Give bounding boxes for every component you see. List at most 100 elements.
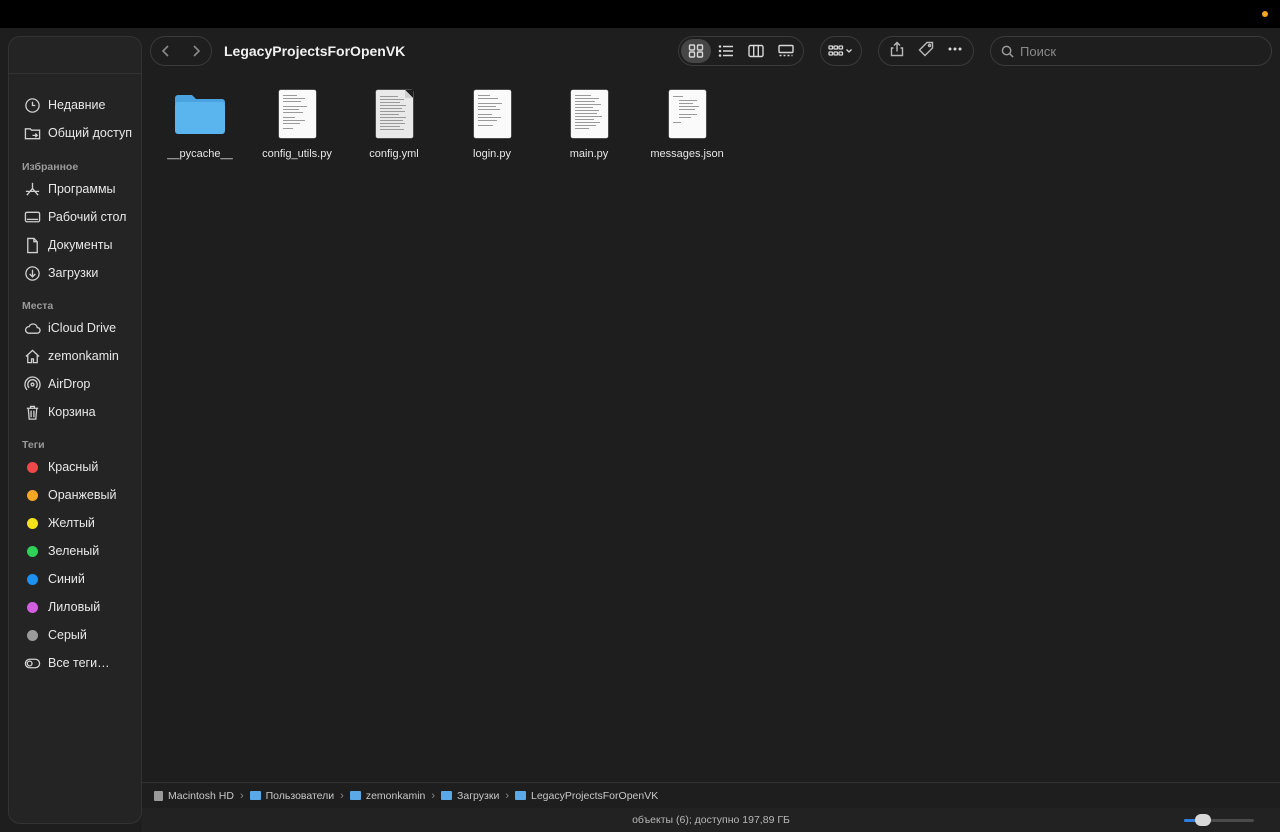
path-segment[interactable]: LegacyProjectsForOpenVK (514, 790, 658, 802)
sidebar-item-label: Серый (48, 628, 87, 642)
applications-icon (23, 180, 41, 198)
path-segment-label: Macintosh HD (168, 789, 234, 802)
share-button[interactable] (889, 41, 905, 62)
forward-button[interactable] (181, 36, 211, 66)
sidebar: Недавние Общий доступ Избранное Программ… (8, 36, 142, 824)
sidebar-item-downloads[interactable]: Загрузки (9, 260, 141, 286)
file-item[interactable]: __pycache__ (152, 88, 248, 168)
tag-button[interactable] (918, 41, 934, 62)
file-name: __pycache__ (167, 148, 233, 160)
file-item[interactable]: config_utils.py (249, 88, 345, 168)
path-segment[interactable]: Пользователи (249, 789, 335, 802)
search-field[interactable] (990, 36, 1272, 66)
sidebar-item-label: Документы (48, 238, 113, 252)
sidebar-item-all-tags[interactable]: Все теги… (9, 650, 141, 676)
folder-icon (249, 791, 261, 800)
sidebar-item-airdrop[interactable]: AirDrop (9, 371, 141, 397)
folder-icon (514, 791, 526, 800)
folder-icon (349, 791, 361, 800)
section-header-tags: Теги (22, 439, 45, 451)
sidebar-item-home[interactable]: zemonkamin (9, 343, 141, 369)
file-name: main.py (569, 148, 609, 160)
airdrop-icon (23, 375, 41, 393)
section-header-locations: Места (22, 300, 54, 312)
view-gallery-button[interactable] (771, 39, 801, 63)
sidebar-item-shared[interactable]: Общий доступ (9, 120, 141, 146)
back-button[interactable] (151, 36, 181, 66)
all-tags-icon (23, 654, 41, 672)
file-name: config_utils.py (262, 148, 332, 160)
file-item[interactable]: main.py (541, 88, 637, 168)
tag-color-dot (27, 601, 38, 613)
sidebar-item-desktop[interactable]: Рабочий стол (9, 204, 141, 230)
home-icon (23, 347, 41, 365)
columns-icon (748, 44, 764, 58)
sidebar-tag-blue[interactable]: Синий (9, 566, 141, 592)
group-grid-icon (828, 45, 852, 56)
folder-icon (441, 791, 453, 800)
gallery-icon (778, 44, 794, 57)
grid-icon (688, 44, 704, 58)
tag-color-dot (27, 489, 38, 501)
sidebar-tag-red[interactable]: Красный (9, 454, 141, 480)
sidebar-divider (9, 73, 141, 74)
list-icon (718, 45, 733, 57)
sidebar-tag-yellow[interactable]: Желтый (9, 510, 141, 536)
icon-size-slider[interactable] (1184, 814, 1254, 826)
search-input[interactable] (1020, 43, 1260, 59)
file-item[interactable]: login.py (444, 88, 540, 168)
text-file-icon (346, 88, 442, 140)
path-segment[interactable]: zemonkamin (349, 789, 426, 802)
view-columns-button[interactable] (741, 39, 771, 63)
folder-icon (152, 88, 248, 140)
code-file-icon (639, 88, 735, 140)
search-icon (1001, 45, 1014, 58)
sidebar-tag-orange[interactable]: Оранжевый (9, 482, 141, 508)
sidebar-item-label: Лиловый (48, 600, 101, 614)
sidebar-item-icloud-drive[interactable]: iCloud Drive (9, 315, 141, 341)
sidebar-item-label: iCloud Drive (48, 321, 117, 335)
sidebar-item-applications[interactable]: Программы (9, 176, 141, 202)
path-segment-label: Пользователи (265, 789, 335, 802)
sidebar-item-label: Программы (48, 182, 116, 196)
disk-icon (154, 790, 163, 801)
file-name: config.yml (369, 148, 419, 160)
sidebar-tag-green[interactable]: Зеленый (9, 538, 141, 564)
tag-icon (918, 41, 934, 56)
shared-folder-icon (23, 124, 41, 142)
file-grid: __pycache__ config_utils.py config.yml l… (142, 74, 1280, 782)
group-by-button[interactable] (820, 36, 862, 66)
sidebar-item-label: Красный (48, 460, 99, 474)
action-buttons (878, 36, 974, 66)
file-name: messages.json (650, 148, 724, 160)
sidebar-item-documents[interactable]: Документы (9, 232, 141, 258)
sidebar-item-trash[interactable]: Корзина (9, 399, 141, 425)
recording-indicator (1262, 11, 1268, 17)
path-segment[interactable]: Загрузки (441, 790, 499, 802)
slider-knob[interactable] (1194, 814, 1211, 826)
navigation-buttons (150, 36, 212, 66)
sidebar-item-label: Общий доступ (48, 126, 132, 140)
file-item[interactable]: config.yml (346, 88, 442, 168)
sidebar-tag-gray[interactable]: Серый (9, 622, 141, 648)
sidebar-item-label: zemonkamin (48, 349, 119, 363)
more-actions-button[interactable] (947, 41, 963, 62)
tag-color-dot (27, 573, 38, 585)
sidebar-item-recents[interactable]: Недавние (9, 92, 141, 118)
path-bar: Macintosh HD › Пользователи › zemonkamin… (142, 782, 1280, 808)
section-header-favorites: Избранное (22, 161, 79, 173)
path-segment[interactable]: Macintosh HD (154, 790, 234, 802)
share-icon (891, 41, 904, 56)
code-file-icon (249, 88, 345, 140)
sidebar-item-label: Зеленый (48, 544, 100, 558)
sidebar-tag-purple[interactable]: Лиловый (9, 594, 141, 620)
sidebar-item-label: Оранжевый (48, 488, 117, 502)
path-segment-label: zemonkamin (365, 789, 426, 802)
file-item[interactable]: messages.json (639, 88, 735, 168)
menu-bar (0, 0, 1280, 28)
file-name: login.py (473, 148, 511, 160)
view-icons-button[interactable] (681, 39, 711, 63)
view-list-button[interactable] (711, 39, 741, 63)
trash-icon (23, 403, 41, 421)
document-icon (23, 236, 41, 254)
